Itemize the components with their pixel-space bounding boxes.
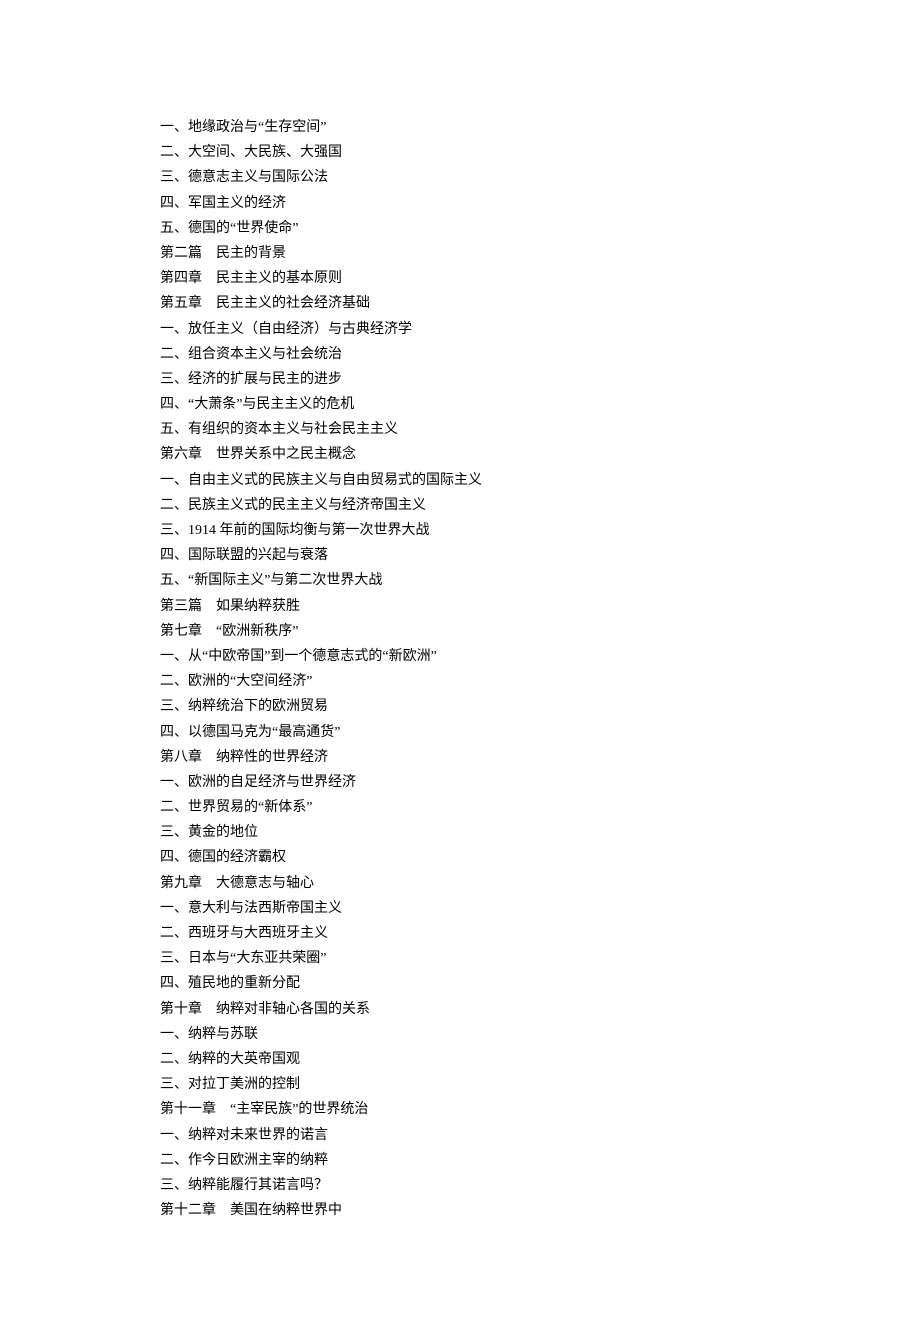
toc-line: 二、民族主义式的民主主义与经济帝国主义 [160,493,760,518]
toc-line: 三、纳粹统治下的欧洲贸易 [160,694,760,719]
toc-line: 二、大空间、大民族、大强国 [160,140,760,165]
toc-line: 一、地缘政治与“生存空间” [160,115,760,140]
toc-line: 一、从“中欧帝国”到一个德意志式的“新欧洲” [160,644,760,669]
toc-line: 二、西班牙与大西班牙主义 [160,921,760,946]
toc-line: 四、国际联盟的兴起与衰落 [160,543,760,568]
toc-line: 三、德意志主义与国际公法 [160,165,760,190]
toc-line: 第十章 纳粹对非轴心各国的关系 [160,997,760,1022]
toc-line: 二、欧洲的“大空间经济” [160,669,760,694]
toc-line: 第十二章 美国在纳粹世界中 [160,1198,760,1223]
toc-line: 四、殖民地的重新分配 [160,971,760,996]
toc-line: 三、对拉丁美洲的控制 [160,1072,760,1097]
toc-line: 三、日本与“大东亚共荣圈” [160,946,760,971]
toc-line: 第三篇 如果纳粹获胜 [160,594,760,619]
toc-line: 一、欧洲的自足经济与世界经济 [160,770,760,795]
toc-line: 三、经济的扩展与民主的进步 [160,367,760,392]
toc-line: 四、“大萧条”与民主主义的危机 [160,392,760,417]
toc-line: 一、纳粹与苏联 [160,1022,760,1047]
toc-line: 二、作今日欧洲主宰的纳粹 [160,1148,760,1173]
toc-line: 四、德国的经济霸权 [160,845,760,870]
toc-line: 三、1914 年前的国际均衡与第一次世界大战 [160,518,760,543]
toc-line: 一、纳粹对未来世界的诺言 [160,1123,760,1148]
toc-line: 一、意大利与法西斯帝国主义 [160,896,760,921]
toc-line: 二、组合资本主义与社会统治 [160,342,760,367]
toc-line: 三、黄金的地位 [160,820,760,845]
toc-line: 第四章 民主主义的基本原则 [160,266,760,291]
toc-line: 一、放任主义（自由经济）与古典经济学 [160,317,760,342]
toc-line: 四、以德国马克为“最高通货” [160,720,760,745]
toc-line: 第九章 大德意志与轴心 [160,871,760,896]
toc-line: 第五章 民主主义的社会经济基础 [160,291,760,316]
toc-line: 第七章 “欧洲新秩序” [160,619,760,644]
toc-line: 五、有组织的资本主义与社会民主主义 [160,417,760,442]
toc-line: 二、纳粹的大英帝国观 [160,1047,760,1072]
toc-line: 五、德国的“世界使命” [160,216,760,241]
toc-line: 第六章 世界关系中之民主概念 [160,442,760,467]
toc-line: 五、“新国际主义”与第二次世界大战 [160,568,760,593]
toc-line: 二、世界贸易的“新体系” [160,795,760,820]
toc-line: 第十一章 “主宰民族”的世界统治 [160,1097,760,1122]
toc-line: 一、自由主义式的民族主义与自由贸易式的国际主义 [160,468,760,493]
toc-line: 四、军国主义的经济 [160,191,760,216]
toc-line: 第二篇 民主的背景 [160,241,760,266]
toc-line: 第八章 纳粹性的世界经济 [160,745,760,770]
document-page: 一、地缘政治与“生存空间” 二、大空间、大民族、大强国 三、德意志主义与国际公法… [0,0,920,1323]
toc-line: 三、纳粹能履行其诺言吗？ [160,1173,760,1198]
